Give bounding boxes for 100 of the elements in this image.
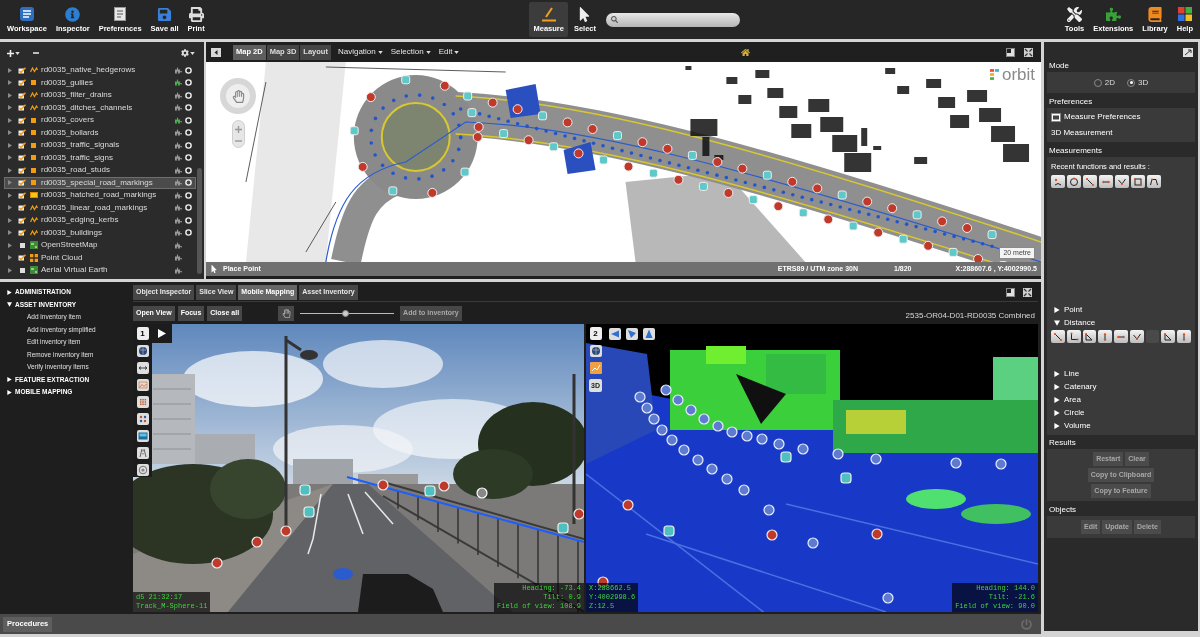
group-toggle[interactable]: Point	[1051, 303, 1191, 316]
restore-icon[interactable]	[1006, 47, 1015, 57]
horizontal-arrows-icon[interactable]	[136, 362, 149, 374]
preferences-button[interactable]: Measure Preferences	[1051, 111, 1191, 123]
puzzle-icon[interactable]	[175, 129, 182, 137]
measure-tool-button[interactable]	[1177, 330, 1192, 343]
fullscreen-icon[interactable]	[1023, 288, 1032, 297]
checkbox-icon[interactable]	[18, 116, 26, 124]
menu-button[interactable]: Selection	[390, 46, 431, 58]
settings-button[interactable]	[181, 49, 195, 57]
checkbox-icon[interactable]	[18, 79, 26, 87]
measure-tool-button[interactable]	[1082, 330, 1097, 343]
checkbox-icon[interactable]	[18, 91, 26, 99]
layer-row[interactable]: rd0035_filter_drains	[4, 89, 196, 102]
layer-row[interactable]: rd0035_traffic_signs	[4, 151, 196, 164]
puzzle-icon[interactable]	[175, 66, 182, 74]
restore-icon[interactable]	[1183, 47, 1193, 57]
add-button[interactable]	[7, 49, 20, 57]
layer-row[interactable]: rd0035_buildings	[4, 226, 196, 239]
checkbox-icon[interactable]	[18, 179, 26, 187]
puzzle-icon[interactable]	[175, 191, 182, 199]
hand-tool-button[interactable]	[278, 306, 295, 321]
layer-row[interactable]: rd0035_hatched_road_markings	[4, 189, 196, 202]
checkbox-icon[interactable]	[18, 154, 26, 162]
measure-tool-button[interactable]	[1147, 175, 1161, 189]
layer-row[interactable]: Aerial Virtual Earth	[4, 264, 196, 277]
restore-icon[interactable]	[1006, 288, 1015, 297]
puzzle-icon[interactable]	[175, 254, 182, 262]
screen-icon[interactable]	[136, 430, 149, 442]
play-button[interactable]	[152, 324, 172, 343]
checkbox-icon[interactable]	[18, 216, 26, 224]
checkbox-icon[interactable]	[18, 254, 26, 262]
search-field[interactable]	[606, 12, 740, 27]
layer-row[interactable]: rd0035_edging_kerbs	[4, 214, 196, 227]
layer-row[interactable]: OpenStreetMap	[4, 239, 196, 252]
puzzle-icon[interactable]	[175, 179, 182, 187]
measure-tool-button[interactable]	[1099, 175, 1113, 189]
layer-row[interactable]: rd0035_special_road_markings	[4, 176, 196, 189]
menu-button[interactable]: Navigation	[337, 46, 383, 58]
layer-row[interactable]: rd0035_road_studs	[4, 164, 196, 177]
puzzle-icon[interactable]	[175, 204, 182, 212]
ring-icon[interactable]	[185, 154, 192, 162]
checkbox-icon[interactable]	[18, 66, 26, 74]
expand-arrow-icon[interactable]	[8, 67, 12, 73]
checkbox-icon[interactable]	[18, 204, 26, 212]
checkbox-icon[interactable]	[18, 191, 26, 199]
puzzle-icon[interactable]	[175, 116, 182, 124]
puzzle-icon[interactable]	[175, 79, 182, 87]
panel-toggle-icon[interactable]	[211, 47, 221, 57]
triangle-icon[interactable]	[609, 328, 621, 340]
measure-tool-button[interactable]	[1129, 330, 1144, 343]
checkbox-icon[interactable]	[18, 104, 26, 112]
measure-tool-button[interactable]	[1067, 175, 1081, 189]
checkbox-icon[interactable]	[19, 242, 25, 248]
group-toggle[interactable]: Area	[1051, 393, 1191, 406]
measure-tool-button[interactable]	[1051, 175, 1065, 189]
slider-thumb[interactable]	[341, 310, 349, 317]
dots-icon[interactable]	[136, 413, 149, 425]
triangle-icon[interactable]	[643, 328, 655, 340]
checkbox-icon[interactable]	[18, 129, 26, 137]
layer-row[interactable]: rd0035_bollards	[4, 126, 196, 139]
puzzle-icon[interactable]	[175, 104, 182, 112]
ring-icon[interactable]	[185, 66, 192, 74]
puzzle-icon[interactable]	[175, 91, 182, 99]
ring-icon[interactable]	[185, 141, 192, 149]
ring-icon[interactable]	[185, 179, 192, 187]
ring-icon[interactable]	[185, 104, 192, 112]
group-toggle[interactable]: Line	[1051, 367, 1191, 380]
home-icon[interactable]	[741, 47, 751, 57]
layer-row[interactable]: rd0035_ditches_channels	[4, 101, 196, 114]
ring-icon[interactable]	[185, 204, 192, 212]
puzzle-icon[interactable]	[175, 241, 182, 249]
group-toggle[interactable]: Volume	[1051, 419, 1191, 432]
measure-tool-button[interactable]	[1051, 330, 1065, 343]
checkbox-icon[interactable]	[18, 141, 26, 149]
grid-icon[interactable]	[136, 396, 149, 408]
triangle-icon[interactable]	[626, 328, 638, 340]
globe-icon[interactable]	[136, 345, 149, 357]
measure-tool-button[interactable]	[1161, 330, 1176, 343]
ring-icon[interactable]	[185, 166, 192, 174]
road-icon[interactable]	[136, 447, 149, 459]
ring-icon[interactable]	[185, 129, 192, 137]
checkbox-icon[interactable]	[19, 267, 25, 273]
checkbox-icon[interactable]	[18, 229, 26, 237]
puzzle-icon[interactable]	[175, 166, 182, 174]
layer-row[interactable]: Point Cloud	[4, 251, 196, 264]
target-icon[interactable]	[136, 464, 149, 476]
layer-row[interactable]: rd0035_covers	[4, 114, 196, 127]
measure-tool-button[interactable]	[1115, 175, 1129, 189]
puzzle-icon[interactable]	[175, 229, 182, 237]
image-icon[interactable]	[136, 379, 149, 391]
puzzle-icon[interactable]	[175, 154, 182, 162]
ring-icon[interactable]	[185, 229, 192, 237]
checkbox-icon[interactable]	[18, 166, 26, 174]
layer-row[interactable]: rd0035_traffic_signals	[4, 139, 196, 152]
puzzle-icon[interactable]	[175, 266, 182, 274]
layer-row[interactable]: rd0035_gullies	[4, 76, 196, 89]
measure-tool-button[interactable]	[1098, 330, 1113, 343]
layer-row[interactable]: rd0035_native_hedgerows	[4, 64, 196, 77]
ring-icon[interactable]	[185, 79, 192, 87]
